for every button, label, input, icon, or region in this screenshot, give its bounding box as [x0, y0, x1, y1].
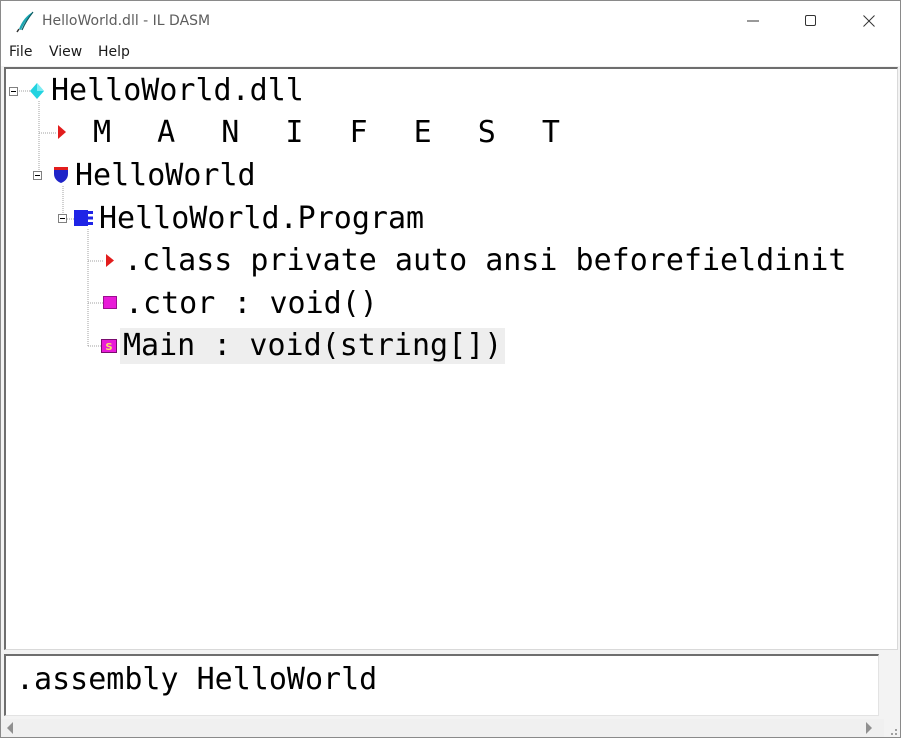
horizontal-scrollbar[interactable]	[1, 719, 884, 737]
scroll-right-arrow-icon[interactable]	[865, 722, 873, 734]
collapse-box-icon[interactable]	[9, 87, 18, 96]
tree-node-main[interactable]: Main : void(string[])	[120, 328, 506, 364]
tree-node-manifest[interactable]: M A N I F E S T	[93, 115, 574, 151]
detail-text-pane[interactable]: .assembly HelloWorld	[4, 654, 879, 716]
assembly-diamond-icon	[30, 83, 44, 99]
tree-node-assembly[interactable]: HelloWorld.dll	[51, 73, 304, 109]
ildasm-window: HelloWorld.dll - IL DASM File View Help	[0, 0, 901, 738]
maximize-button[interactable]	[782, 1, 840, 42]
menu-file[interactable]: File	[9, 44, 32, 60]
manifest-triangle-icon	[58, 125, 66, 139]
feather-pen-icon	[16, 11, 34, 33]
menu-help[interactable]: Help	[98, 44, 130, 60]
minimize-button[interactable]	[724, 1, 782, 42]
resize-grip-icon[interactable]	[884, 719, 900, 737]
namespace-shield-icon	[54, 167, 68, 183]
detail-text: .assembly HelloWorld	[16, 662, 378, 697]
tree-node-ctor[interactable]: .ctor : void()	[125, 286, 378, 322]
minimize-icon	[747, 20, 759, 22]
window-title: HelloWorld.dll - IL DASM	[42, 13, 211, 29]
method-icon	[103, 296, 117, 309]
collapse-box-icon[interactable]	[58, 214, 67, 223]
menu-bar: File View Help	[1, 42, 900, 66]
menu-view[interactable]: View	[49, 44, 82, 60]
maximize-icon	[805, 15, 816, 26]
tree-node-namespace[interactable]: HelloWorld	[75, 158, 256, 194]
title-bar[interactable]: HelloWorld.dll - IL DASM	[1, 1, 900, 42]
static-method-icon: S	[101, 339, 117, 353]
info-triangle-icon	[106, 254, 114, 267]
collapse-box-icon[interactable]	[33, 171, 42, 180]
tree-view[interactable]: HelloWorld.dll M A N I F E S T HelloWorl…	[4, 67, 898, 650]
tree-node-class-info[interactable]: .class private auto ansi beforefieldinit	[124, 243, 846, 279]
svg-text:S: S	[105, 342, 112, 353]
close-icon	[863, 15, 875, 27]
scroll-left-arrow-icon[interactable]	[6, 722, 14, 734]
close-button[interactable]	[840, 1, 898, 42]
tree-node-class[interactable]: HelloWorld.Program	[99, 201, 424, 237]
class-icon	[74, 210, 93, 226]
